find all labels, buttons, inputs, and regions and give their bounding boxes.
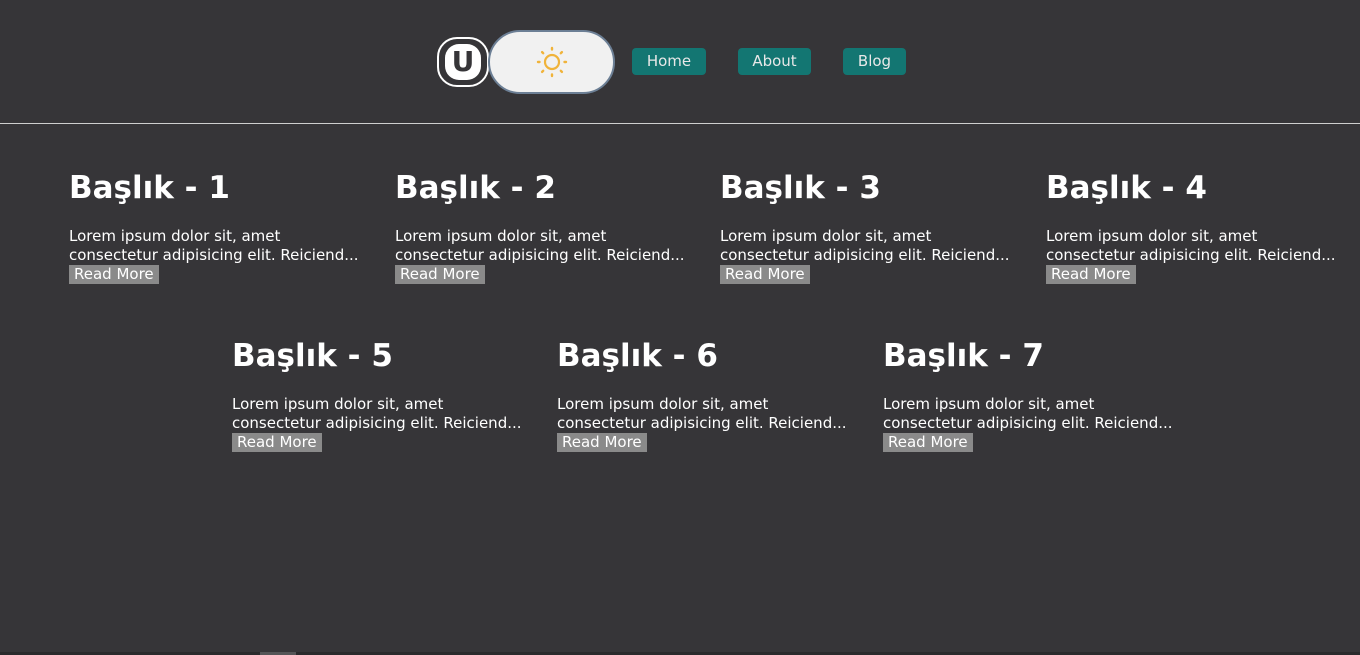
card-excerpt: Lorem ipsum dolor sit, amet consectetur … xyxy=(883,395,1183,452)
read-more-button[interactable]: Read More xyxy=(395,265,485,284)
read-more-button[interactable]: Read More xyxy=(557,433,647,452)
card-title: Başlık - 2 xyxy=(395,170,556,206)
read-more-button[interactable]: Read More xyxy=(883,433,973,452)
card-excerpt: Lorem ipsum dolor sit, amet consectetur … xyxy=(1046,227,1346,284)
nav-home-button[interactable]: Home xyxy=(632,48,706,75)
theme-toggle-button[interactable] xyxy=(488,30,615,94)
card-excerpt: Lorem ipsum dolor sit, amet consectetur … xyxy=(720,227,1020,284)
card-excerpt-text: Lorem ipsum dolor sit, amet consectetur … xyxy=(557,395,847,432)
nav-blog-button[interactable]: Blog xyxy=(843,48,906,75)
read-more-button[interactable]: Read More xyxy=(232,433,322,452)
card-excerpt-text: Lorem ipsum dolor sit, amet consectetur … xyxy=(232,395,522,432)
card-excerpt-text: Lorem ipsum dolor sit, amet consectetur … xyxy=(1046,227,1336,264)
card-title: Başlık - 3 xyxy=(720,170,881,206)
card-title: Başlık - 4 xyxy=(1046,170,1207,206)
logo-letter: U xyxy=(451,45,475,78)
logo[interactable]: U xyxy=(437,37,489,87)
card-excerpt: Lorem ipsum dolor sit, amet consectetur … xyxy=(557,395,857,452)
read-more-button[interactable]: Read More xyxy=(1046,265,1136,284)
card-excerpt-text: Lorem ipsum dolor sit, amet consectetur … xyxy=(395,227,685,264)
card-excerpt-text: Lorem ipsum dolor sit, amet consectetur … xyxy=(883,395,1173,432)
read-more-button[interactable]: Read More xyxy=(69,265,159,284)
card-excerpt: Lorem ipsum dolor sit, amet consectetur … xyxy=(69,227,369,284)
card-title: Başlık - 5 xyxy=(232,338,393,374)
nav-about-button[interactable]: About xyxy=(738,48,811,75)
card-excerpt-text: Lorem ipsum dolor sit, amet consectetur … xyxy=(69,227,359,264)
read-more-button[interactable]: Read More xyxy=(720,265,810,284)
sun-icon xyxy=(536,46,567,78)
card-excerpt-text: Lorem ipsum dolor sit, amet consectetur … xyxy=(720,227,1010,264)
card-excerpt: Lorem ipsum dolor sit, amet consectetur … xyxy=(395,227,695,284)
site-header: U Home About Blog xyxy=(0,0,1360,124)
card-title: Başlık - 7 xyxy=(883,338,1044,374)
card-title: Başlık - 6 xyxy=(557,338,718,374)
logo-badge: U xyxy=(445,44,481,80)
card-title: Başlık - 1 xyxy=(69,170,230,206)
card-excerpt: Lorem ipsum dolor sit, amet consectetur … xyxy=(232,395,532,452)
